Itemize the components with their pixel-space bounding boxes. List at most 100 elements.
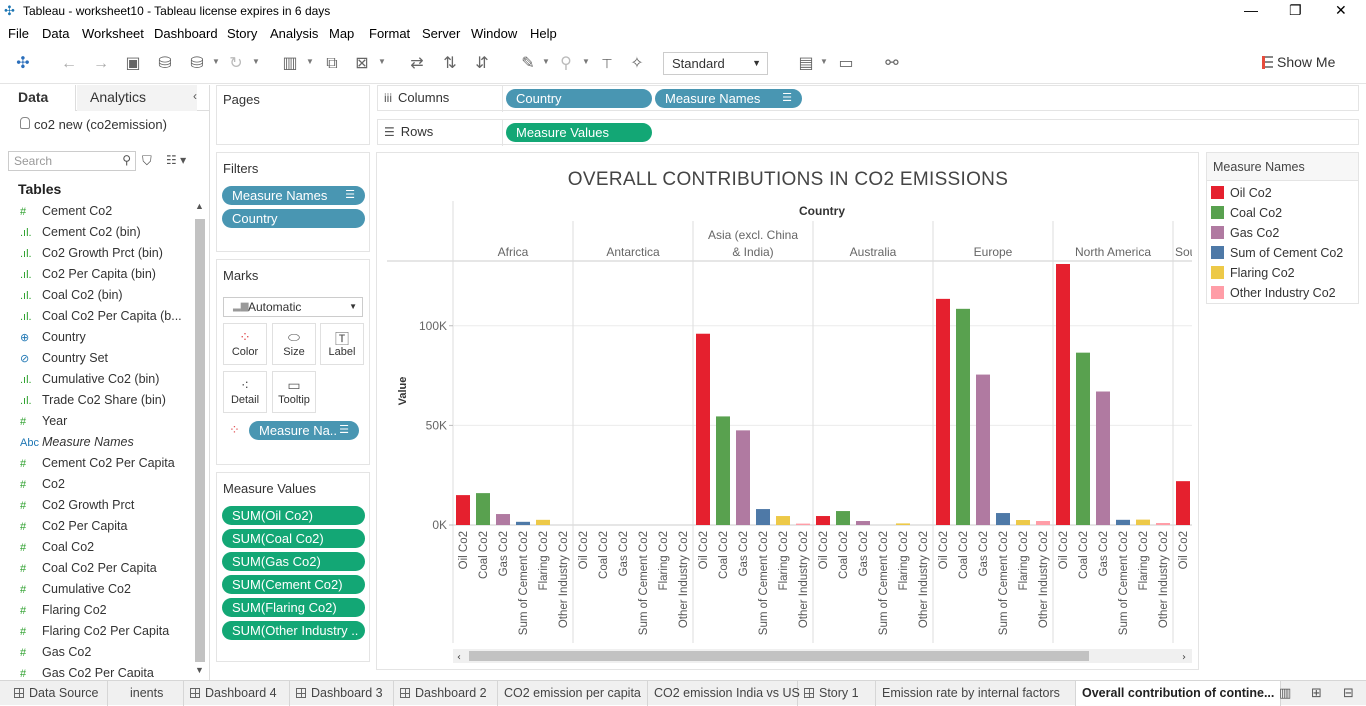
field-item[interactable]: # Coal Co2 bbox=[14, 537, 190, 558]
bar[interactable] bbox=[996, 513, 1010, 525]
chevron-down-icon[interactable]: ▼ bbox=[212, 57, 220, 66]
legend-item[interactable]: Coal Co2 bbox=[1211, 203, 1282, 223]
restore-icon[interactable]: ❐ bbox=[1289, 2, 1302, 19]
save-icon[interactable]: ▣ bbox=[123, 54, 143, 74]
bar[interactable] bbox=[976, 374, 990, 525]
sheet-tab[interactable]: Overall contribution of contine... bbox=[1076, 681, 1281, 706]
pin-axes-icon[interactable]: ✧ bbox=[627, 54, 647, 74]
filter-pill-measure-names[interactable]: Measure Names ☰ bbox=[222, 186, 365, 205]
field-item[interactable]: # Year bbox=[14, 411, 190, 432]
bar[interactable] bbox=[1056, 263, 1070, 525]
columns-shelf[interactable]: iii Columns Country Measure Names ☰ bbox=[377, 85, 1359, 112]
chevron-down-icon[interactable]: ▼ bbox=[582, 57, 590, 66]
menu-data[interactable]: Data bbox=[42, 26, 69, 41]
marks-tooltip-button[interactable]: ▭ Tooltip bbox=[272, 371, 316, 413]
refresh-icon[interactable]: ↻ bbox=[226, 54, 246, 74]
sheet-tab[interactable]: Data Source bbox=[8, 681, 108, 706]
swap-rows-columns-icon[interactable]: ⇄ bbox=[407, 54, 427, 74]
show-mark-labels-icon[interactable]: ⊤ bbox=[597, 54, 617, 74]
field-item[interactable]: # Co2 Growth Prct bbox=[14, 495, 190, 516]
undo-icon[interactable]: ← bbox=[59, 54, 79, 74]
rows-pill-measure-values[interactable]: Measure Values bbox=[506, 123, 652, 142]
show-cards-icon[interactable]: ▤ bbox=[796, 54, 816, 74]
scroll-down-icon[interactable]: ▼ bbox=[195, 665, 204, 675]
clear-sheet-icon[interactable]: ⊠ bbox=[352, 54, 372, 74]
menu-dashboard[interactable]: Dashboard bbox=[154, 26, 218, 41]
new-worksheet-icon[interactable]: ▥ bbox=[1279, 685, 1291, 701]
field-item[interactable]: .ıl. Coal Co2 Per Capita (b... bbox=[14, 306, 190, 327]
bar[interactable] bbox=[936, 298, 950, 525]
scrollbar-thumb[interactable] bbox=[195, 219, 205, 662]
bar[interactable] bbox=[816, 516, 830, 525]
legend-item[interactable]: Flaring Co2 bbox=[1211, 263, 1295, 283]
bar[interactable] bbox=[1096, 391, 1110, 525]
menu-format[interactable]: Format bbox=[369, 26, 410, 41]
bar[interactable] bbox=[1016, 520, 1030, 525]
search-input[interactable]: Search ⚲ bbox=[8, 151, 136, 171]
new-data-source-icon[interactable]: ⛁ bbox=[155, 54, 175, 74]
share-icon[interactable]: ⚯ bbox=[882, 54, 902, 74]
filter-icon[interactable]: ⛉ bbox=[142, 153, 152, 169]
menu-worksheet[interactable]: Worksheet bbox=[82, 26, 144, 41]
scroll-left-icon[interactable]: ‹ bbox=[457, 652, 461, 663]
field-item[interactable]: .ıl. Co2 Per Capita (bin) bbox=[14, 264, 190, 285]
menu-story[interactable]: Story bbox=[227, 26, 257, 41]
highlight-icon[interactable]: ✎ bbox=[518, 54, 538, 74]
field-item[interactable]: # Coal Co2 Per Capita bbox=[14, 558, 190, 579]
chevron-down-icon[interactable]: ▼ bbox=[306, 57, 314, 66]
sheet-tab[interactable]: Dashboard 3 bbox=[290, 681, 394, 706]
field-item[interactable]: Abc Measure Names bbox=[14, 432, 190, 453]
marks-color-button[interactable]: ⁘ Color bbox=[223, 323, 267, 365]
field-item[interactable]: .ıl. Cement Co2 (bin) bbox=[14, 222, 190, 243]
filter-pill-country[interactable]: Country bbox=[222, 209, 365, 228]
bar[interactable] bbox=[796, 523, 810, 525]
collapse-pane-icon[interactable]: ‹ bbox=[193, 89, 197, 103]
bar[interactable] bbox=[956, 308, 970, 525]
bar[interactable] bbox=[1156, 523, 1170, 525]
marks-label-button[interactable]: 🅃 Label bbox=[320, 323, 364, 365]
bar[interactable] bbox=[456, 495, 470, 525]
sheet-tab[interactable]: Story 1 bbox=[798, 681, 876, 706]
filters-card[interactable]: Filters Measure Names ☰ Country bbox=[216, 152, 370, 252]
field-item[interactable]: # Cement Co2 Per Capita bbox=[14, 453, 190, 474]
close-icon[interactable]: ✕ bbox=[1335, 2, 1347, 19]
view-options-icon[interactable]: ☷ ▾ bbox=[166, 153, 186, 167]
bar[interactable] bbox=[756, 509, 770, 525]
bar[interactable] bbox=[736, 430, 750, 525]
marks-size-button[interactable]: ⬭ Size bbox=[272, 323, 316, 365]
marks-pill-measure-names[interactable]: Measure Na.. ☰ bbox=[249, 421, 359, 440]
bar[interactable] bbox=[836, 511, 850, 525]
sheet-tab[interactable]: Dashboard 4 bbox=[184, 681, 290, 706]
sort-ascending-icon[interactable]: ⇅ bbox=[440, 54, 460, 74]
chevron-down-icon[interactable]: ▼ bbox=[542, 57, 550, 66]
bar[interactable] bbox=[896, 523, 910, 525]
new-dashboard-icon[interactable]: ⊞ bbox=[1311, 685, 1322, 701]
tab-analytics[interactable]: Analytics bbox=[77, 85, 197, 111]
bar[interactable] bbox=[516, 521, 530, 525]
measure-value-pill[interactable]: SUM(Cement Co2) bbox=[222, 575, 365, 594]
minimize-icon[interactable]: — bbox=[1244, 2, 1258, 18]
menu-server[interactable]: Server bbox=[422, 26, 460, 41]
new-worksheet-icon[interactable]: ▥ bbox=[280, 54, 300, 74]
horizontal-scrollbar[interactable]: ‹ › bbox=[453, 649, 1192, 663]
bar[interactable] bbox=[1076, 352, 1090, 525]
sheet-tab[interactable]: Emission rate by internal factors bbox=[876, 681, 1076, 706]
presentation-mode-icon[interactable]: ▭ bbox=[836, 54, 856, 74]
field-item[interactable]: .ıl. Cumulative Co2 (bin) bbox=[14, 369, 190, 390]
chevron-down-icon[interactable]: ▼ bbox=[378, 57, 386, 66]
bar[interactable] bbox=[856, 521, 870, 525]
bar[interactable] bbox=[716, 416, 730, 525]
sheet-tab[interactable]: CO2 emission India vs US bbox=[648, 681, 800, 706]
bar[interactable] bbox=[696, 333, 710, 525]
group-members-icon[interactable]: ⚲ bbox=[556, 54, 576, 74]
legend-item[interactable]: Oil Co2 bbox=[1211, 183, 1272, 203]
menu-window[interactable]: Window bbox=[471, 26, 517, 41]
chevron-down-icon[interactable]: ▼ bbox=[820, 57, 828, 66]
fit-dropdown[interactable]: Standard ▼ bbox=[663, 52, 768, 75]
pause-updates-icon[interactable]: ⛁ bbox=[187, 54, 207, 74]
menu-help[interactable]: Help bbox=[530, 26, 557, 41]
tableau-home-icon[interactable]: ✣ bbox=[13, 54, 33, 74]
data-source-item[interactable]: co2 new (co2emission) bbox=[20, 117, 167, 132]
field-item[interactable]: .ıl. Trade Co2 Share (bin) bbox=[14, 390, 190, 411]
legend-item[interactable]: Gas Co2 bbox=[1211, 223, 1279, 243]
